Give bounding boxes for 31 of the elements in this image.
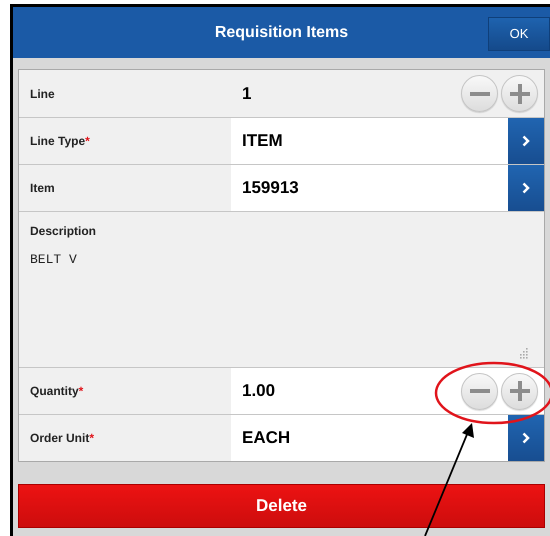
resize-grip-icon bbox=[517, 347, 529, 359]
increment-button[interactable] bbox=[501, 75, 538, 112]
plus-icon bbox=[510, 381, 530, 401]
value-field[interactable]: 159913 bbox=[231, 165, 508, 211]
field-label: Item bbox=[30, 180, 55, 197]
description-textarea[interactable]: BELT V bbox=[30, 250, 533, 359]
minus-icon bbox=[470, 389, 490, 393]
chevron-right-icon bbox=[522, 432, 530, 444]
chevron-right-icon bbox=[522, 135, 530, 147]
minus-icon bbox=[470, 92, 490, 96]
delete-button[interactable]: Delete bbox=[18, 484, 545, 528]
value-field[interactable]: EACH bbox=[231, 415, 508, 461]
field-label: Line bbox=[30, 86, 55, 102]
decrement-button[interactable] bbox=[461, 372, 498, 410]
chevron-button[interactable] bbox=[508, 165, 544, 211]
value-field[interactable]: 1.00 bbox=[231, 368, 544, 414]
chevron-button[interactable] bbox=[508, 118, 544, 164]
field-label: Order Unit* bbox=[30, 430, 94, 447]
chevron-right-icon bbox=[522, 182, 530, 194]
window-title: Requisition Items bbox=[214, 22, 348, 42]
decrement-button[interactable] bbox=[461, 75, 498, 112]
field-value: 1 bbox=[242, 82, 252, 105]
chevron-button[interactable] bbox=[508, 415, 544, 461]
field-label: Description bbox=[30, 223, 96, 240]
ok-button[interactable]: OK bbox=[488, 17, 550, 51]
plus-icon bbox=[510, 84, 530, 104]
field-label: Quantity* bbox=[30, 383, 84, 400]
field-value: 1.00 bbox=[242, 380, 276, 402]
increment-button[interactable] bbox=[501, 372, 538, 410]
value-field[interactable]: ITEM bbox=[231, 118, 508, 164]
field-label: Line Type* bbox=[30, 133, 90, 150]
